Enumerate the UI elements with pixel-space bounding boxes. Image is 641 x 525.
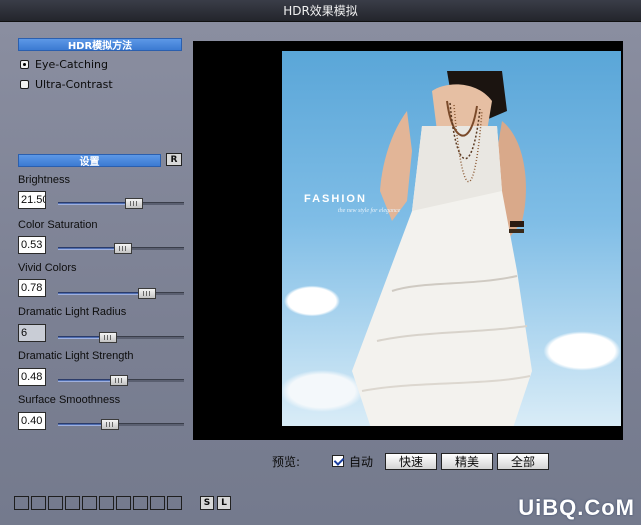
auto-label: 自动 — [349, 454, 374, 469]
preview-controls: 预览: 自动 快速 精美 全部 — [272, 451, 553, 471]
option-ultra-contrast[interactable]: Ultra-Contrast — [20, 76, 113, 92]
preset-slot[interactable] — [14, 496, 29, 510]
reset-button[interactable]: R — [166, 153, 182, 166]
option-label: Eye-Catching — [35, 57, 108, 71]
preset-slot[interactable] — [116, 496, 131, 510]
dramatic-light-strength-label: Dramatic Light Strength — [18, 350, 134, 362]
fast-preview-button[interactable]: 快速 — [385, 452, 438, 470]
auto-checkbox[interactable] — [332, 455, 345, 467]
preset-slot[interactable] — [48, 496, 63, 510]
preset-slot[interactable] — [167, 496, 182, 510]
photo-fashion-text: FASHION — [304, 193, 367, 205]
surface-smoothness-label: Surface Smoothness — [18, 394, 121, 406]
load-preset-button[interactable]: L — [217, 496, 231, 510]
dramatic-light-strength-slider[interactable] — [58, 375, 184, 386]
dramatic-light-radius-label: Dramatic Light Radius — [18, 306, 127, 318]
slider-rest — [123, 247, 184, 250]
vivid-colors-label: Vivid Colors — [18, 262, 77, 274]
preview-photo: FASHION the new style for elegance — [282, 51, 621, 426]
preset-slot[interactable] — [82, 496, 97, 510]
model-figure — [352, 71, 532, 426]
slider-thumb[interactable] — [125, 198, 143, 209]
preset-slot[interactable] — [65, 496, 80, 510]
preset-slot[interactable] — [99, 496, 114, 510]
slider-rest — [110, 423, 184, 426]
surface-smoothness-slider[interactable] — [58, 419, 184, 430]
photo-subtext: the new style for elegance — [338, 208, 401, 214]
surface-smoothness-field[interactable]: 0.40 — [18, 412, 46, 430]
option-eye-catching[interactable]: Eye-Catching — [20, 56, 108, 72]
preset-slot[interactable] — [150, 496, 165, 510]
slider-thumb[interactable] — [114, 243, 132, 254]
dramatic-light-radius-slider[interactable] — [58, 332, 184, 343]
brightness-slider[interactable] — [58, 198, 184, 209]
preset-slot[interactable] — [133, 496, 148, 510]
slider-thumb[interactable] — [110, 375, 128, 386]
slider-thumb[interactable] — [138, 288, 156, 299]
hdr-dialog-body: HDR模拟方法 Eye-Catching Ultra-Contrast 设置 R… — [0, 22, 641, 525]
all-preview-button[interactable]: 全部 — [497, 452, 550, 470]
brightness-field[interactable]: 21.50 — [18, 191, 46, 209]
preset-slot[interactable] — [31, 496, 46, 510]
slider-thumb[interactable] — [101, 419, 119, 430]
window-title: HDR效果模拟 — [283, 4, 358, 18]
option-label: Ultra-Contrast — [35, 77, 113, 91]
method-header-label: HDR模拟方法 — [67, 41, 133, 52]
color-saturation-field[interactable]: 0.53 — [18, 236, 46, 254]
fine-preview-button[interactable]: 精美 — [441, 452, 494, 470]
radio-button-checked[interactable] — [20, 59, 29, 69]
slider-rest — [108, 336, 184, 339]
method-section-header: HDR模拟方法 — [18, 38, 182, 52]
brightness-label: Brightness — [18, 174, 70, 186]
settings-section-header: 设置 — [18, 154, 161, 168]
slider-thumb[interactable] — [99, 332, 117, 343]
preset-slots — [14, 496, 182, 510]
save-preset-button[interactable]: S — [200, 496, 214, 510]
slider-rest — [119, 379, 184, 382]
title-bar: HDR效果模拟 — [0, 0, 641, 22]
vivid-colors-slider[interactable] — [58, 288, 184, 299]
color-saturation-slider[interactable] — [58, 243, 184, 254]
vivid-colors-field[interactable]: 0.78 — [18, 279, 46, 297]
dramatic-light-strength-field[interactable]: 0.48 — [18, 368, 46, 386]
settings-header-label: 设置 — [79, 157, 100, 168]
dramatic-light-radius-field[interactable]: 6 — [18, 324, 46, 342]
site-watermark: UiBQ.CoM — [518, 495, 635, 520]
color-saturation-label: Color Saturation — [18, 219, 98, 231]
radio-button[interactable] — [20, 79, 29, 89]
preview-label: 预览: — [272, 454, 301, 469]
preview-area: FASHION the new style for elegance — [193, 41, 623, 440]
